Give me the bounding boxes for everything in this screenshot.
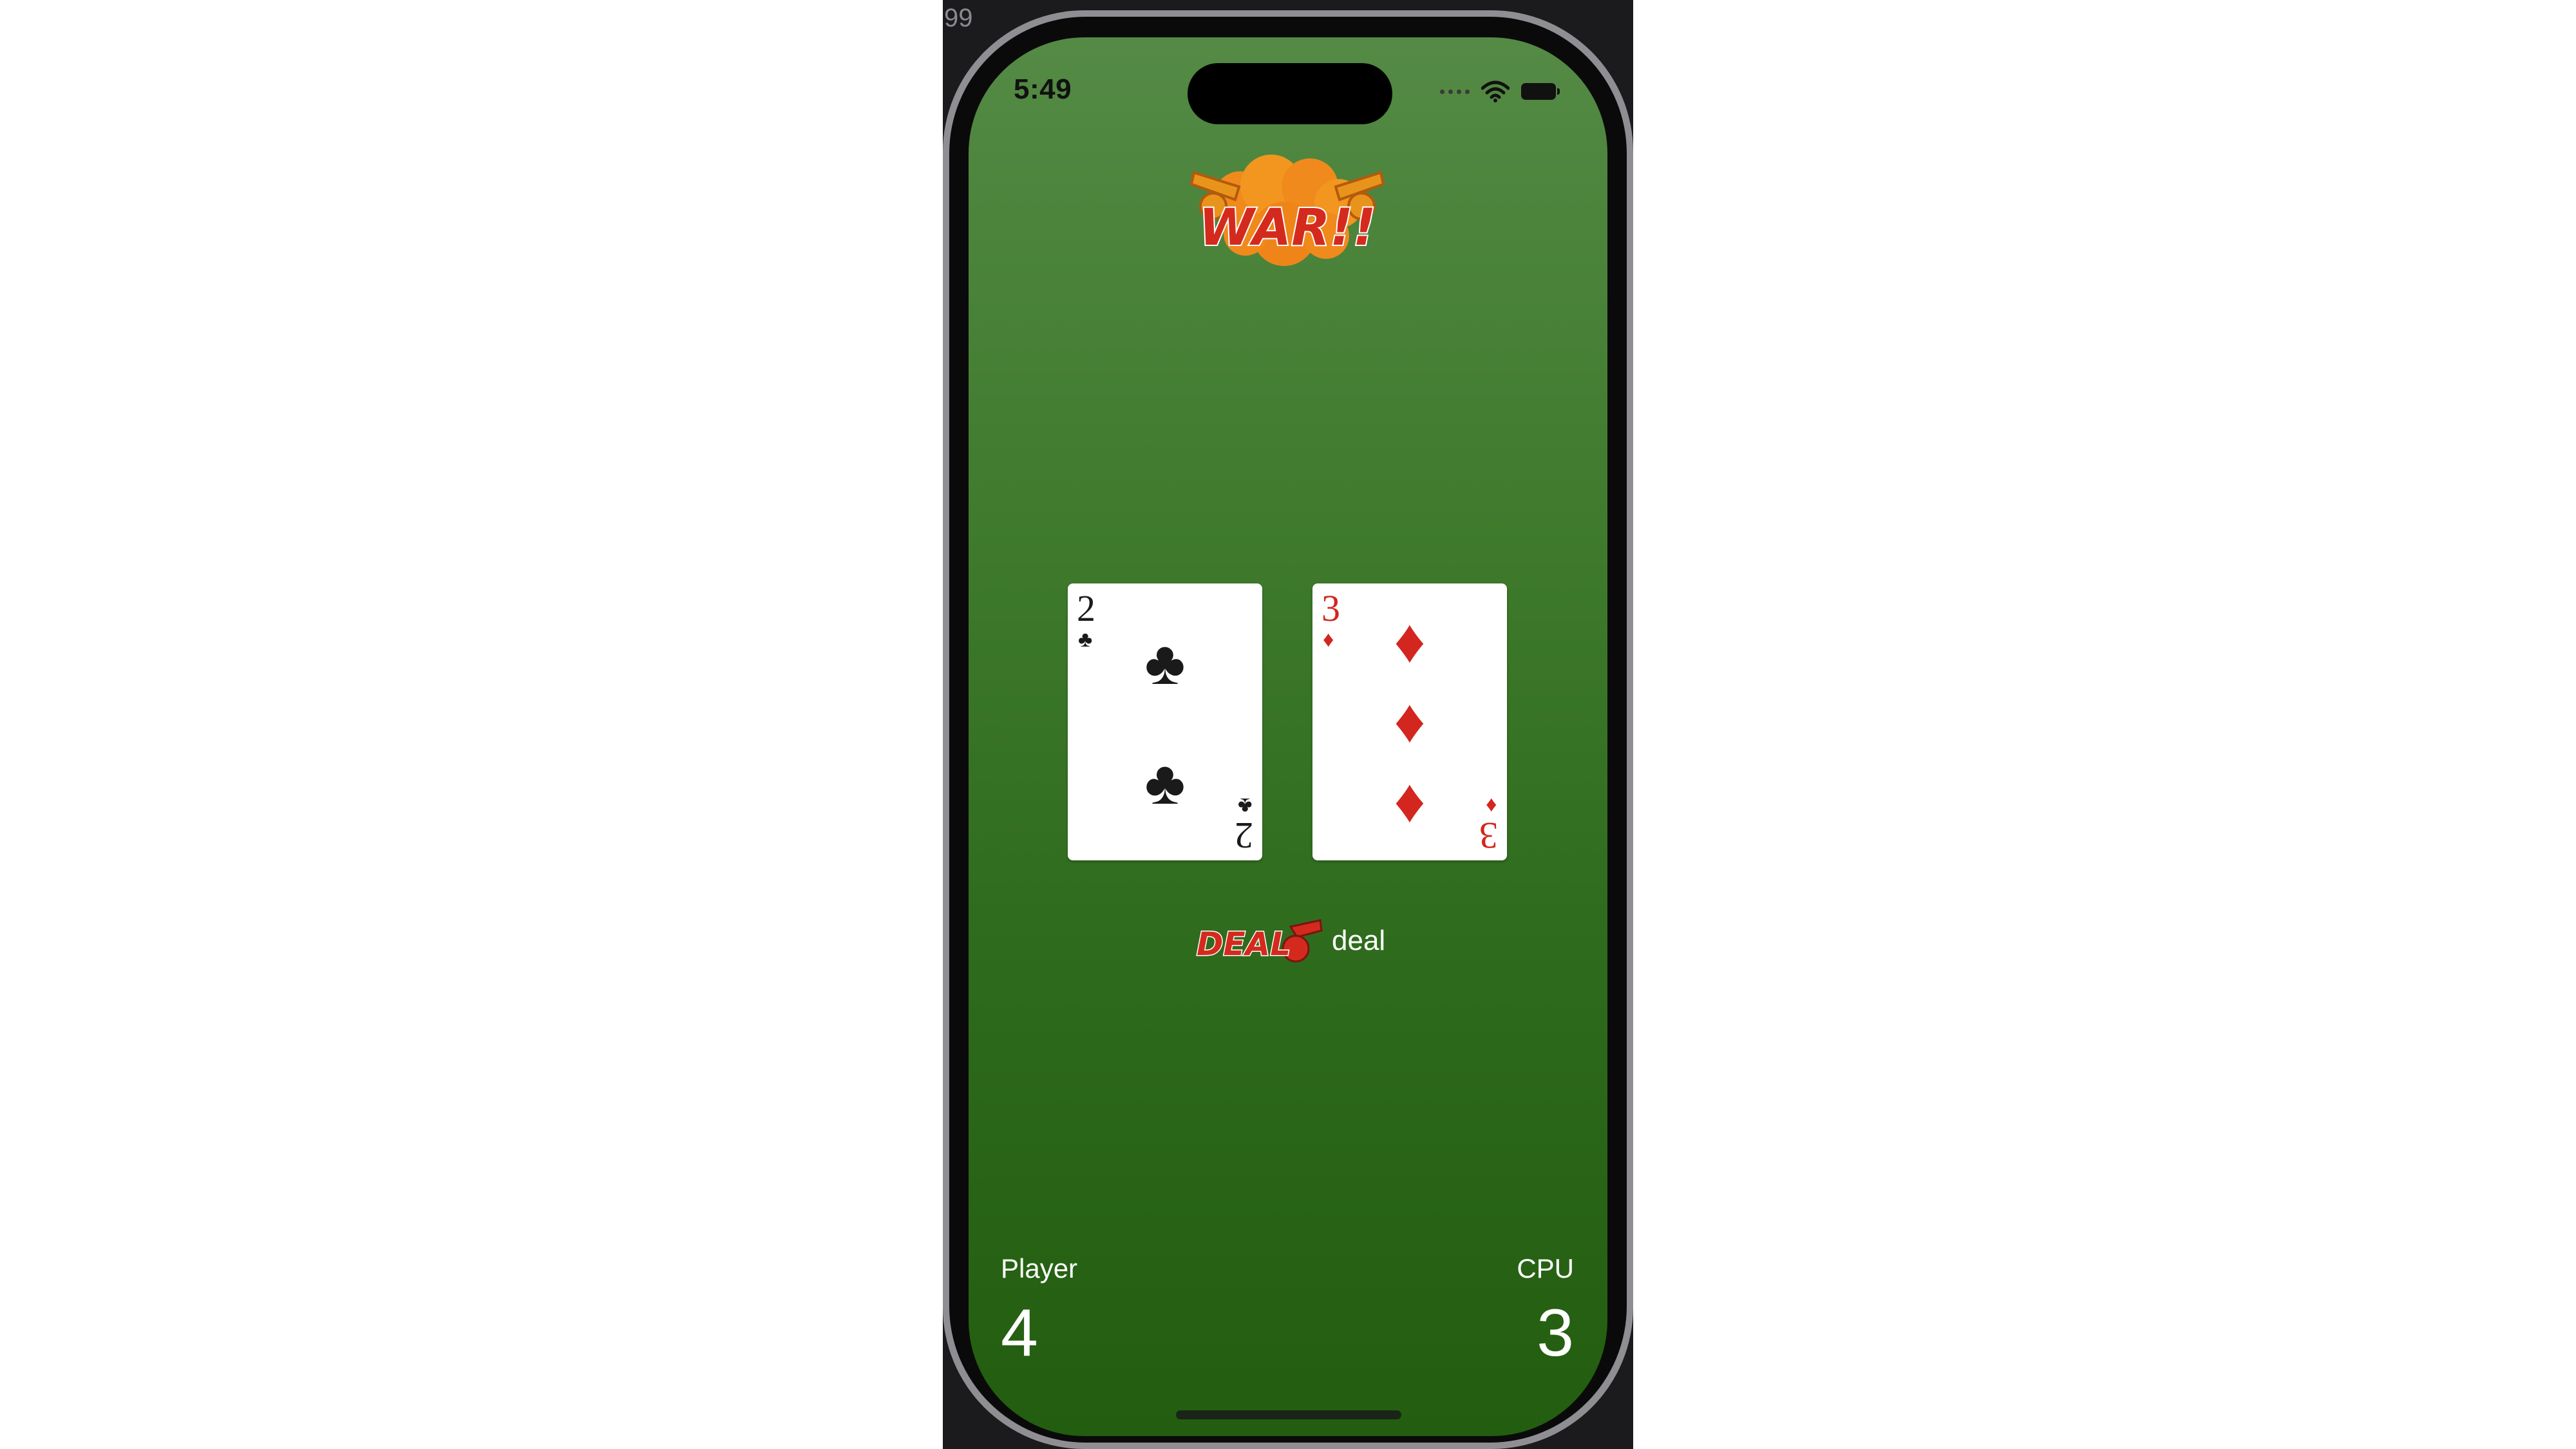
status-icons <box>1440 79 1560 104</box>
dynamic-island <box>1188 63 1392 124</box>
card-corner-suit: ♦ <box>1485 793 1497 818</box>
club-pip-icon: ♣ <box>1144 748 1186 817</box>
player-score-label: Player <box>1001 1253 1078 1283</box>
deal-image-text: DEAL <box>1197 925 1291 963</box>
deal-label: deal <box>1332 925 1386 956</box>
diamond-pip-icon: ♦ <box>1394 766 1426 835</box>
card-rank: 3 <box>1479 815 1498 857</box>
diamond-pip-icon: ♦ <box>1394 687 1426 755</box>
cpu-score-label: CPU <box>1517 1253 1574 1283</box>
status-time: 5:49 <box>1014 73 1072 105</box>
cpu-card: 3 ♦ ♦ ♦ ♦ ♦ 3 <box>1312 583 1507 860</box>
card-corner-suit: ♦ <box>1323 627 1334 652</box>
player-card: 2 ♣ ♣ ♣ ♣ 2 <box>1068 583 1262 860</box>
cellular-signal-icon <box>1440 89 1470 94</box>
card-corner-suit: ♣ <box>1237 793 1252 818</box>
club-pip-icon: ♣ <box>1144 629 1186 697</box>
battery-icon <box>1521 83 1560 100</box>
card-rank: 2 <box>1077 587 1095 629</box>
card-rank: 2 <box>1235 815 1253 857</box>
war-logo: WAR!! <box>1189 155 1385 266</box>
card-rank: 3 <box>1321 587 1340 629</box>
phone-frame: 5:49 WAR!! 2 ♣ ♣ ♣ ♣ 2 3 ♦ ♦ ♦ ♦ ♦ 3 DEA… <box>943 10 1633 1449</box>
cpu-score-value: 3 <box>1537 1296 1574 1370</box>
logo-text: WAR!! <box>1199 199 1376 257</box>
player-score-value: 4 <box>1001 1296 1038 1370</box>
home-indicator[interactable] <box>1176 1410 1401 1419</box>
background-window-text: 99 <box>944 4 973 32</box>
wifi-icon <box>1481 80 1510 102</box>
card-corner-suit: ♣ <box>1078 627 1093 652</box>
diamond-pip-icon: ♦ <box>1394 607 1426 676</box>
deal-button[interactable]: DEAL deal <box>1194 912 1385 970</box>
app-screen: 5:49 WAR!! 2 ♣ ♣ ♣ ♣ 2 3 ♦ ♦ ♦ ♦ ♦ 3 DEA… <box>969 37 1607 1436</box>
deal-image: DEAL <box>1196 919 1323 964</box>
